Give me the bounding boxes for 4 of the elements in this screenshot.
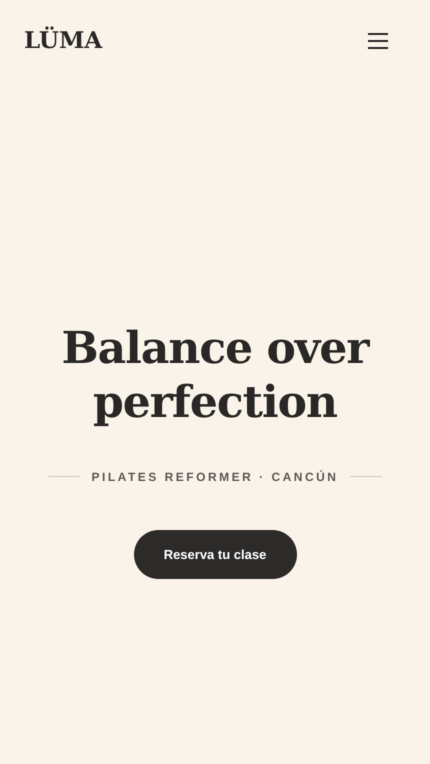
tagline: PILATES REFORMER · CANCÚN bbox=[92, 468, 338, 486]
book-class-button[interactable]: Reserva tu clase bbox=[134, 530, 296, 579]
hero-title: Balance over perfection bbox=[60, 322, 371, 430]
logo[interactable]: LÜMA bbox=[24, 24, 102, 58]
